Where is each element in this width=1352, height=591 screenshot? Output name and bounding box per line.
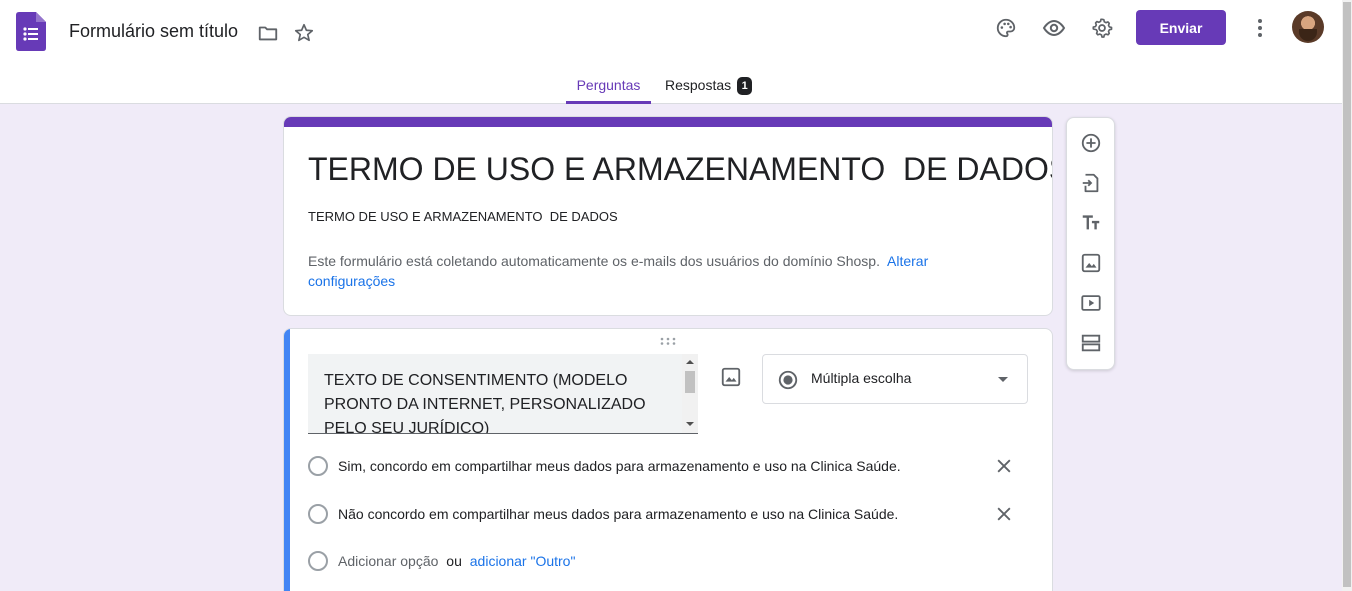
preview-eye-icon[interactable] xyxy=(1042,16,1066,40)
add-option-button[interactable]: Adicionar opção xyxy=(338,553,438,569)
question-type-dropdown[interactable]: Múltipla escolha xyxy=(762,354,1028,404)
add-title-icon[interactable] xyxy=(1079,211,1103,235)
remove-option-icon[interactable] xyxy=(994,504,1014,524)
option-text[interactable]: Não concordo em compartilhar meus dados … xyxy=(338,506,898,522)
active-question-indicator xyxy=(284,329,290,591)
forms-logo-icon[interactable] xyxy=(16,12,46,51)
folder-icon[interactable] xyxy=(256,21,280,45)
tab-questions[interactable]: Perguntas xyxy=(566,70,651,104)
drag-handle-icon[interactable] xyxy=(660,337,676,345)
tab-responses-label: Respostas xyxy=(665,77,732,93)
option-text[interactable]: Sim, concordo em compartilhar meus dados… xyxy=(338,458,901,474)
question-textarea-scrollbar[interactable] xyxy=(682,354,698,433)
title-card-accent-bar xyxy=(284,117,1052,127)
more-vert-icon[interactable] xyxy=(1248,16,1272,40)
add-image-icon[interactable] xyxy=(720,366,742,388)
dropdown-arrow-icon xyxy=(998,377,1008,382)
tab-questions-label: Perguntas xyxy=(576,77,641,93)
add-option-row: Adicionar opção ou adicionar "Outro" xyxy=(308,549,1028,573)
add-question-icon[interactable] xyxy=(1079,131,1103,155)
page-scrollbar[interactable] xyxy=(1342,0,1352,591)
remove-option-icon[interactable] xyxy=(994,456,1014,476)
floating-toolbar xyxy=(1066,117,1115,370)
account-avatar[interactable] xyxy=(1292,11,1324,43)
add-image-icon[interactable] xyxy=(1079,251,1103,275)
add-other-link[interactable]: adicionar "Outro" xyxy=(470,553,576,569)
add-option-text: Adicionar opção ou adicionar "Outro" xyxy=(338,553,575,569)
import-questions-icon[interactable] xyxy=(1079,171,1103,195)
settings-icon[interactable] xyxy=(1090,16,1114,40)
scroll-up-arrow-icon[interactable] xyxy=(686,359,694,365)
form-description[interactable]: TERMO DE USO E ARMAZENAMENTO DE DADOS xyxy=(308,209,618,224)
palette-icon[interactable] xyxy=(994,16,1018,40)
question-textarea-scroll-thumb[interactable] xyxy=(685,371,695,393)
form-title[interactable]: TERMO DE USO E ARMAZENAMENTO DE DADOS xyxy=(308,151,1052,188)
form-title-card[interactable]: TERMO DE USO E ARMAZENAMENTO DE DADOS TE… xyxy=(283,116,1053,316)
responses-count-badge: 1 xyxy=(737,77,753,95)
page-scrollbar-thumb[interactable] xyxy=(1343,2,1351,587)
add-video-icon[interactable] xyxy=(1079,291,1103,315)
send-button[interactable]: Enviar xyxy=(1136,10,1226,45)
tab-responses[interactable]: Respostas 1 xyxy=(665,70,753,104)
question-title-input[interactable]: TEXTO DE CONSENTIMENTO (MODELO PRONTO DA… xyxy=(308,354,698,434)
email-notice-text: Este formulário está coletando automatic… xyxy=(308,253,880,269)
question-title-text[interactable]: TEXTO DE CONSENTIMENTO (MODELO PRONTO DA… xyxy=(324,369,654,433)
scroll-down-arrow-icon[interactable] xyxy=(686,421,694,427)
answer-option[interactable]: Não concordo em compartilhar meus dados … xyxy=(308,502,1028,526)
option-radio xyxy=(308,456,328,476)
app-header: Formulário sem título Enviar Perguntas R… xyxy=(0,0,1342,104)
option-radio xyxy=(308,551,328,571)
answer-option[interactable]: Sim, concordo em compartilhar meus dados… xyxy=(308,454,1028,478)
option-radio xyxy=(308,504,328,524)
or-label: ou xyxy=(446,553,462,569)
question-type-label: Múltipla escolha xyxy=(811,370,912,386)
question-card[interactable]: TEXTO DE CONSENTIMENTO (MODELO PRONTO DA… xyxy=(283,328,1053,591)
star-icon[interactable] xyxy=(292,21,316,45)
add-section-icon[interactable] xyxy=(1079,331,1103,355)
email-collection-notice: Este formulário está coletando automatic… xyxy=(308,251,1008,291)
form-document-title[interactable]: Formulário sem título xyxy=(69,21,238,42)
radio-button-checked-icon xyxy=(778,370,798,390)
